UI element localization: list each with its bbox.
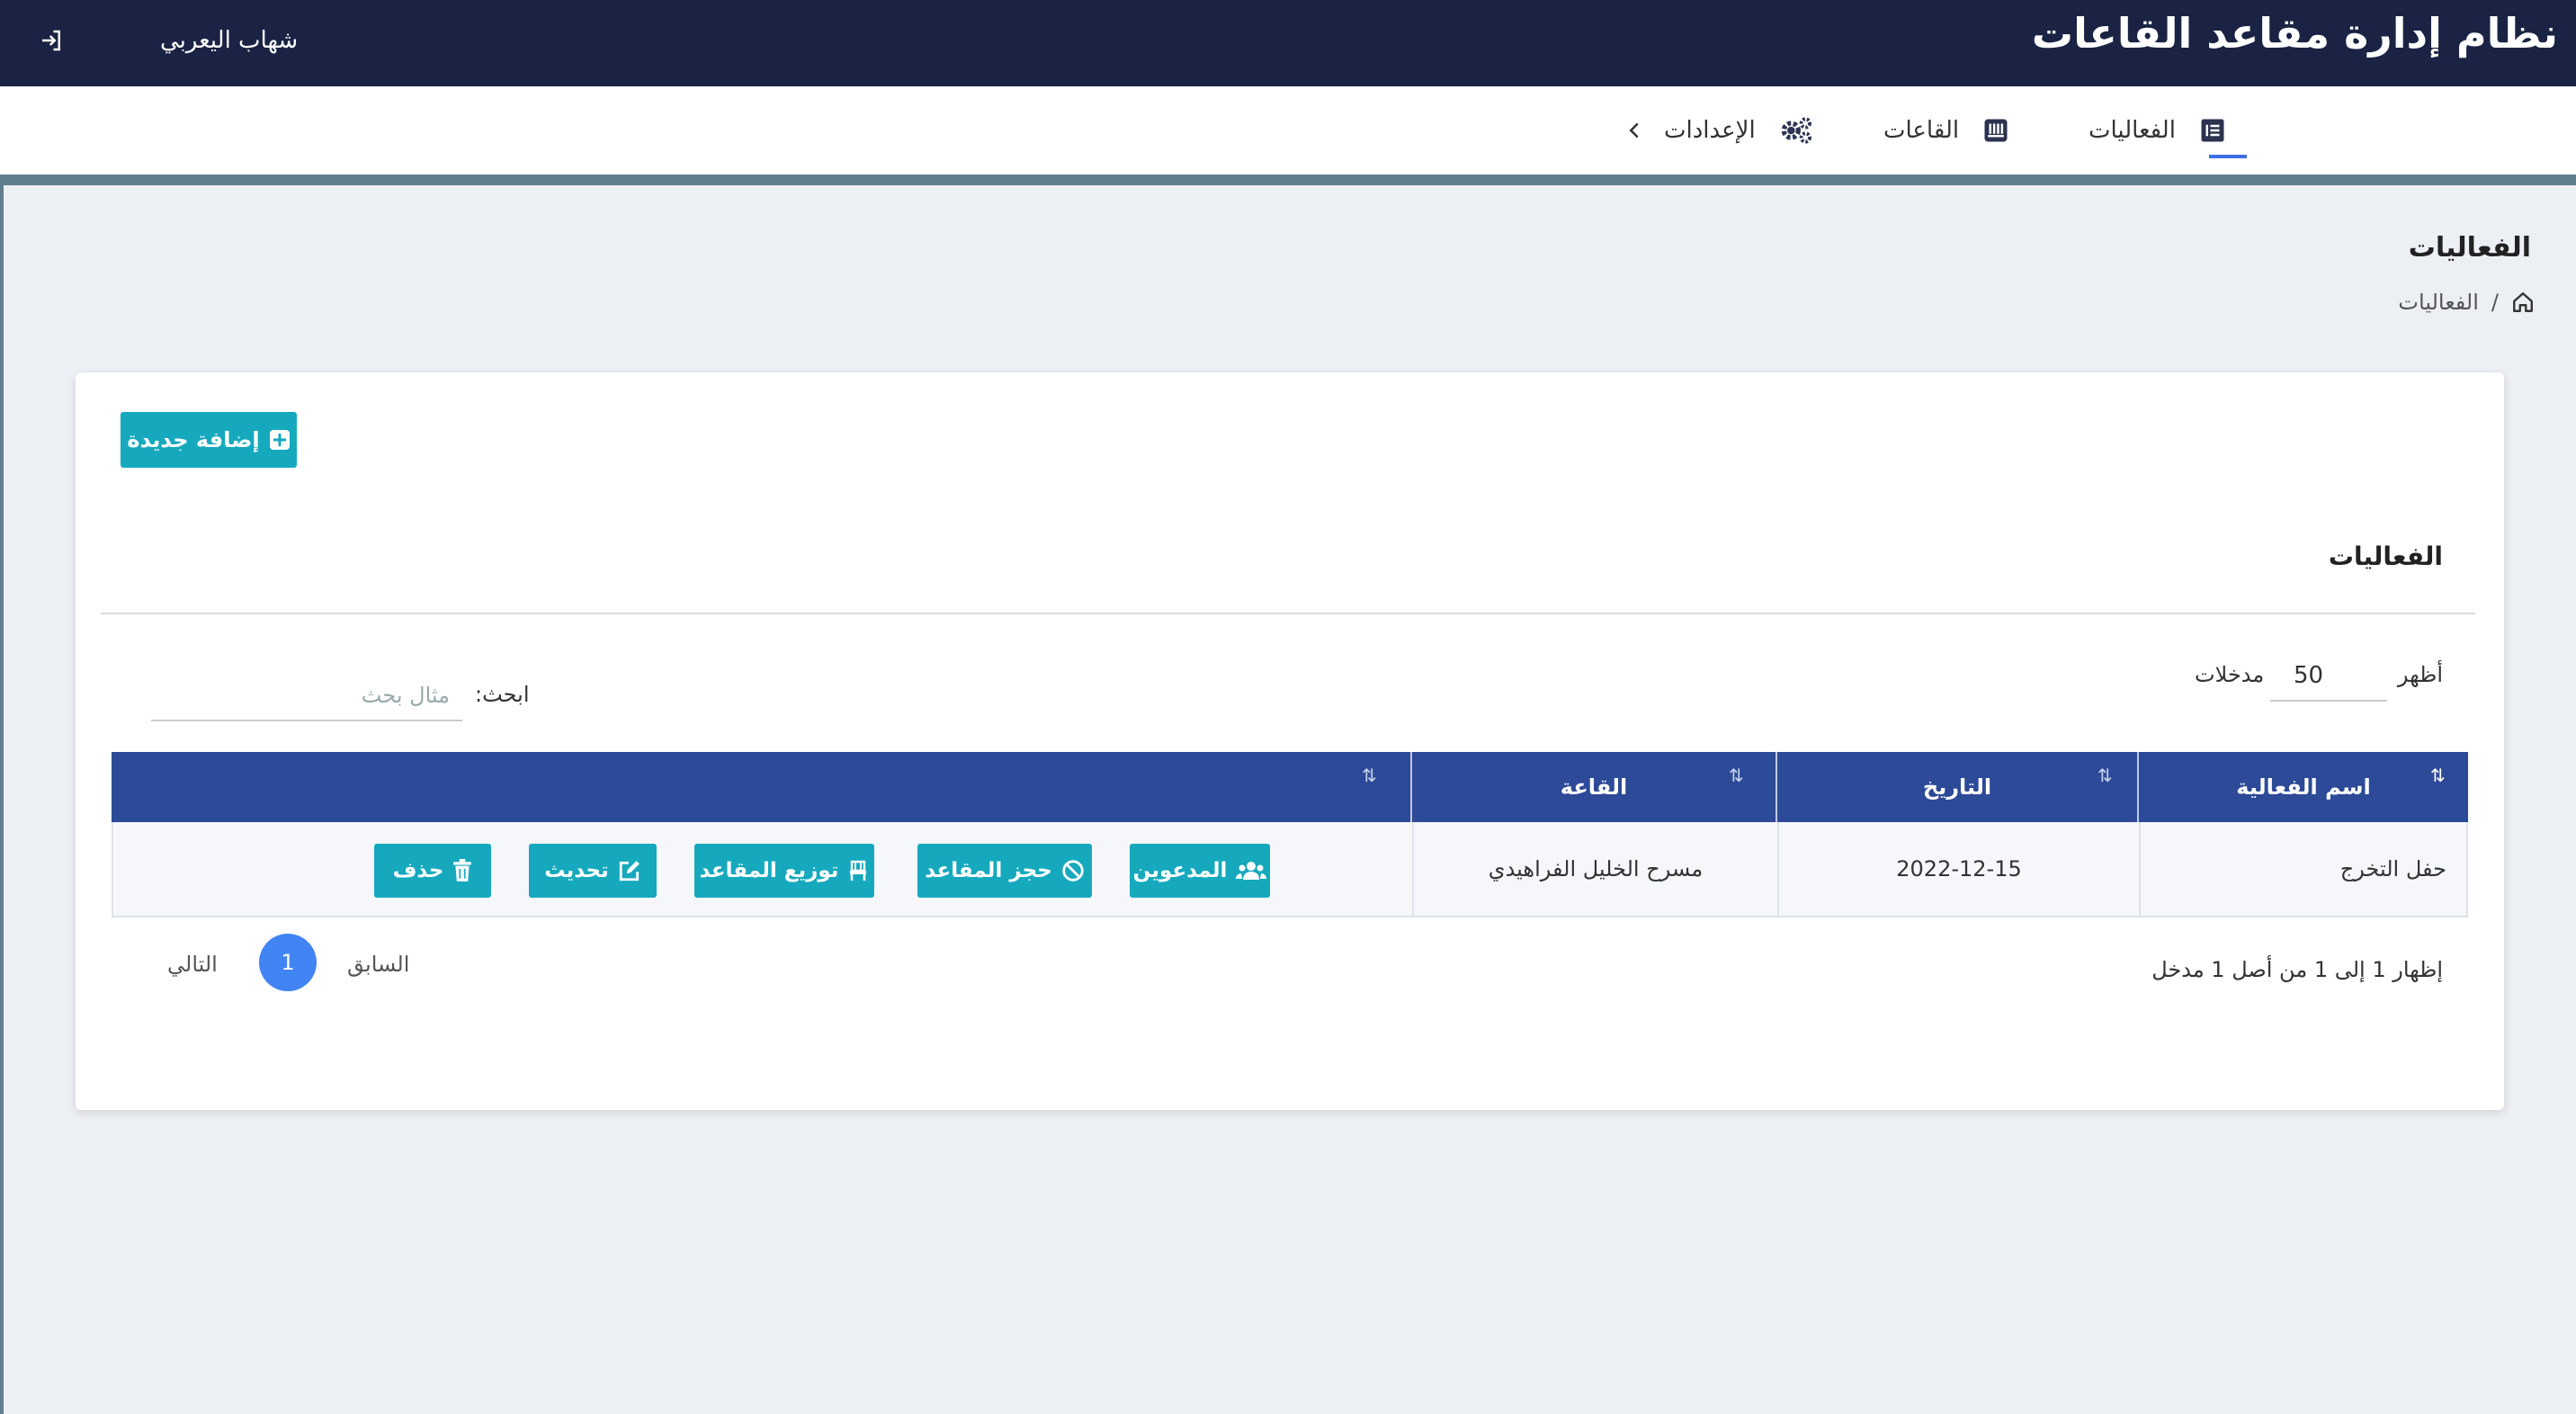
table-row: حفل التخرج 2022-12-15 مسرح الخليل الفراه… [112,822,2468,917]
pagination-previous[interactable]: السابق [347,952,409,977]
column-divider [1410,752,1412,822]
user-name[interactable]: شهاب اليعربي [160,27,298,54]
nav-item-settings[interactable]: الإعدادات [1628,86,1815,175]
column-header-event-name[interactable]: اسم الفعالية [2139,752,2468,822]
trash-icon [453,859,472,882]
cell-divider [2139,822,2141,916]
gears-icon [1781,117,1811,144]
nav-divider [0,175,2576,185]
cell-divider [1777,822,1779,916]
sort-icon: ⇅ [2097,765,2113,786]
column-header-hall[interactable]: القاعة [1412,752,1775,822]
reserve-seats-button[interactable]: حجز المقاعد [917,844,1092,898]
distribute-seats-button[interactable]: توزيع المقاعد [694,844,874,898]
length-show-label: أظهر [2397,662,2443,687]
column-divider [1775,752,1777,822]
invitees-button[interactable]: المدعوين [1130,844,1270,898]
nav-item-label: الإعدادات [1664,117,1756,144]
column-header-actions[interactable] [112,752,1410,822]
logout-icon[interactable] [38,27,65,54]
card-divider [101,613,2475,614]
cell-event-name: حفل التخرج [2339,856,2446,882]
edit-icon [619,861,640,882]
search-label: ابحث: [475,682,530,707]
chevron-left-icon [1629,122,1639,139]
users-icon [1236,862,1267,880]
ban-icon [1062,860,1084,882]
events-card: إضافة جديدة الفعاليات أظهر مدخلات ابحث: … [76,372,2504,1110]
pagination-next[interactable]: التالي [167,952,218,977]
entries-per-page-select[interactable] [2270,651,2387,702]
home-icon[interactable] [2511,291,2535,314]
events-list-icon [2201,119,2224,142]
breadcrumb-current: الفعاليات [2398,290,2479,315]
update-button[interactable]: تحديث [529,844,657,898]
add-new-button[interactable]: إضافة جديدة [121,412,297,468]
app-title: نظام إدارة مقاعد القاعات [2031,9,2558,58]
length-entries-label: مدخلات [2195,662,2265,687]
page-title: الفعاليات [2408,232,2531,264]
nav-item-label: القاعات [1883,117,1960,144]
cell-date: 2022-12-15 [1896,856,2022,882]
halls-icon [1984,119,2008,142]
table-header: اسم الفعالية ⇅ التاريخ ⇅ القاعة ⇅ ⇅ [112,752,2468,822]
main-nav: الفعاليات القاعات الإعدادات [0,86,2576,175]
nav-item-halls[interactable]: القاعات [1883,86,2009,175]
chair-icon [850,860,867,881]
breadcrumb-separator: / [2491,290,2499,315]
top-bar: نظام إدارة مقاعد القاعات شهاب اليعربي [0,0,2576,86]
sort-icon: ⇅ [1362,765,1377,786]
plus-square-icon [269,430,290,450]
sort-asc-icon: ⇅ [2430,765,2446,786]
nav-active-indicator [2209,155,2247,158]
content-left-rule [0,185,4,1414]
nav-item-label: الفعاليات [2089,117,2176,144]
cell-divider [1412,822,1414,916]
breadcrumb: / الفعاليات [2398,290,2535,315]
column-header-date[interactable]: التاريخ [1777,752,2137,822]
card-title: الفعاليات [2328,541,2443,571]
search-input[interactable] [151,671,462,721]
sort-icon: ⇅ [1729,765,1744,786]
nav-item-events[interactable]: الفعاليات [2089,86,2226,175]
table-info: إظهار 1 إلى 1 من أصل 1 مدخل [2151,957,2443,982]
add-new-label: إضافة جديدة [127,427,260,452]
cell-hall: مسرح الخليل الفراهيدي [1488,856,1704,882]
delete-button[interactable]: حذف [374,844,491,898]
column-divider [2137,752,2139,822]
pagination-page-1[interactable]: 1 [259,934,317,991]
